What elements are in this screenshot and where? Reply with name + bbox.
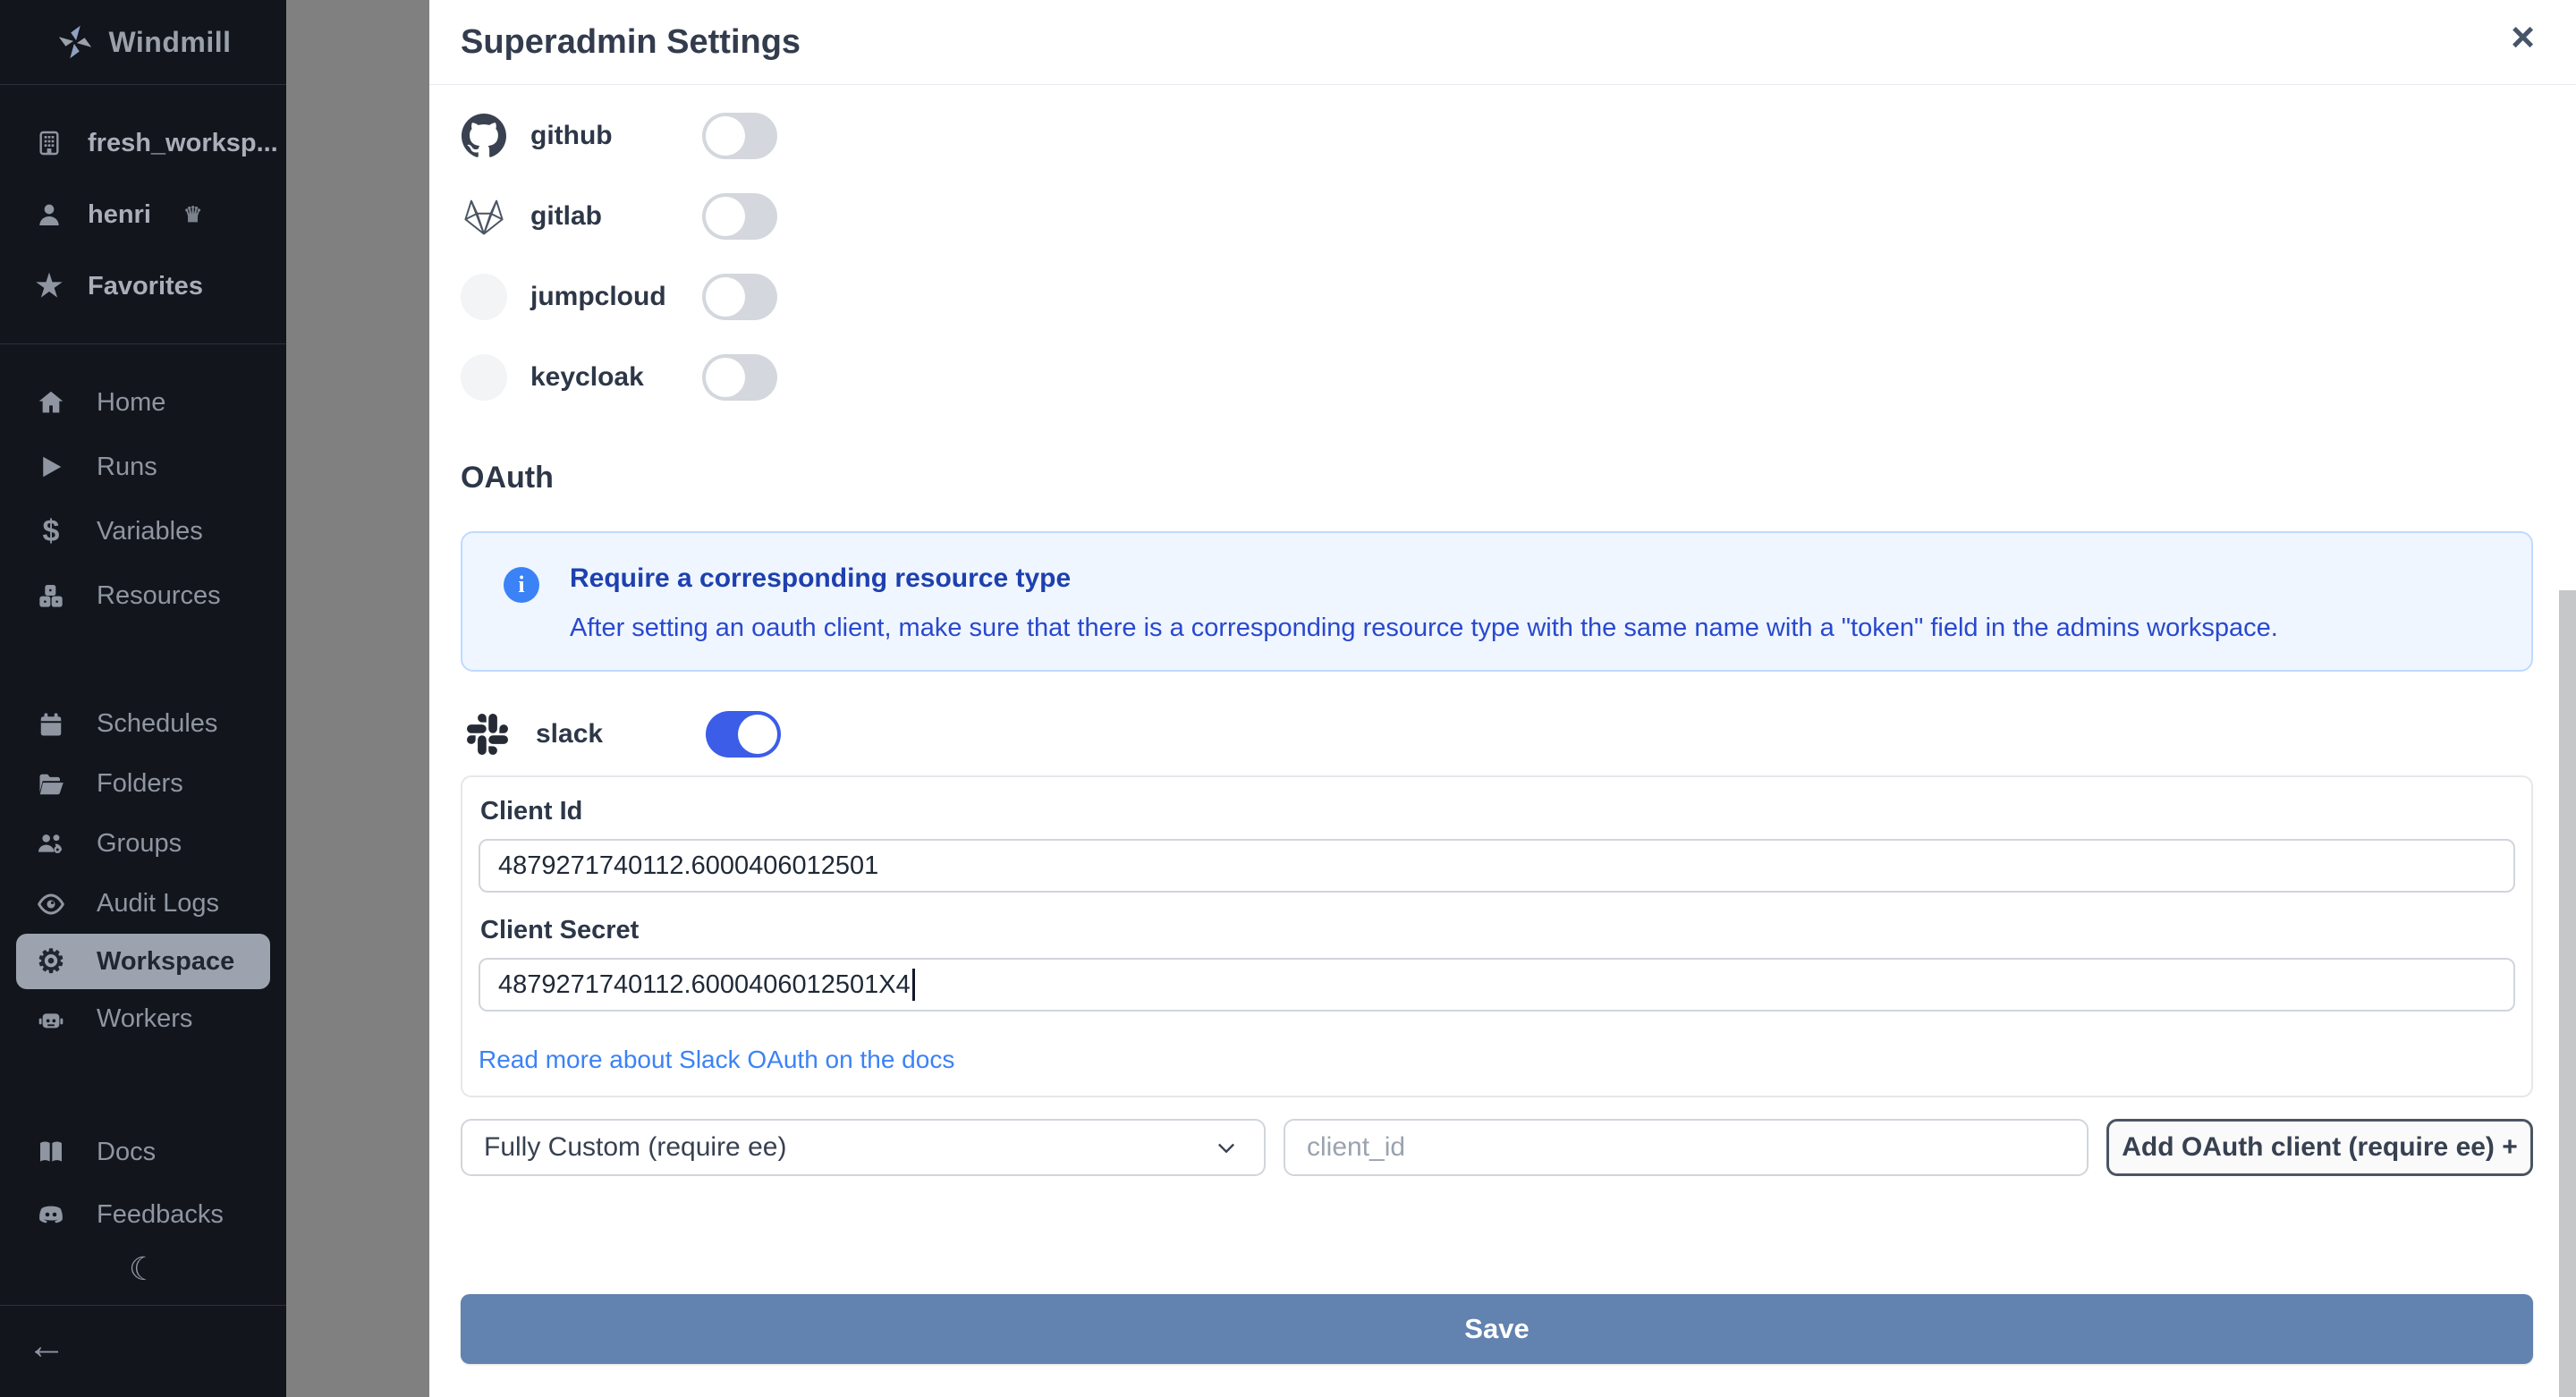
users-icon: [36, 829, 66, 859]
book-icon: [36, 1137, 66, 1167]
discord-icon: [36, 1199, 66, 1230]
provider-label: slack: [536, 719, 604, 749]
sidebar-item-workers[interactable]: Workers: [0, 989, 286, 1049]
provider-row-jumpcloud: jumpcloud: [461, 257, 2533, 337]
sidebar-item-home[interactable]: Home: [0, 370, 286, 435]
provider-label: keycloak: [530, 362, 644, 392]
nav-label: Schedules: [97, 709, 218, 738]
sidebar-item-docs[interactable]: Docs: [0, 1121, 286, 1183]
workspace-name: fresh_worksp...: [88, 128, 278, 157]
calendar-icon: [36, 709, 66, 740]
vertical-scrollbar-thumb[interactable]: [2559, 590, 2576, 1397]
superadmin-crown-icon: ♛: [182, 202, 203, 227]
sidebar-item-groups[interactable]: Groups: [0, 814, 286, 874]
nav-label: Groups: [97, 829, 182, 858]
oauth-section-heading: OAuth: [461, 461, 554, 495]
workspace-selector[interactable]: fresh_worksp...: [0, 107, 286, 179]
sidebar-item-folders[interactable]: Folders: [0, 754, 286, 814]
selected-option: Fully Custom (require ee): [484, 1132, 787, 1162]
jumpcloud-toggle[interactable]: [702, 274, 777, 320]
modal-backdrop[interactable]: [286, 0, 429, 1397]
slack-icon: [466, 713, 509, 756]
superadmin-settings-modal: Superadmin Settings × github gitlab jump…: [429, 0, 2576, 1397]
windmill-logo-icon: [55, 21, 96, 63]
info-title: Require a corresponding resource type: [570, 563, 1072, 593]
gitlab-icon: [461, 193, 507, 240]
nav-label: Variables: [97, 516, 203, 546]
sidebar-item-audit-logs[interactable]: Audit Logs: [0, 874, 286, 934]
favorites-label: Favorites: [88, 271, 203, 301]
sidebar: Windmill fresh_worksp... henri ♛ ★ Favor…: [0, 0, 286, 1397]
nav-label: Workers: [97, 1004, 193, 1033]
slack-client-card: Client Id Client Secret 4879271740112.60…: [461, 775, 2533, 1097]
dark-mode-toggle[interactable]: ☾: [129, 1253, 157, 1285]
custom-client-id-input[interactable]: [1284, 1119, 2089, 1176]
jumpcloud-icon: [461, 274, 507, 320]
github-toggle[interactable]: [702, 113, 777, 159]
slack-oauth-docs-link[interactable]: Read more about Slack OAuth on the docs: [479, 1046, 954, 1074]
star-icon: ★: [35, 269, 64, 303]
sidebar-item-runs[interactable]: Runs: [0, 435, 286, 499]
sidebar-item-favorites[interactable]: ★ Favorites: [0, 250, 286, 322]
sidebar-divider: [0, 343, 286, 344]
dollar-icon: $: [42, 513, 60, 548]
save-button[interactable]: Save: [461, 1294, 2533, 1364]
folder-icon: [36, 769, 66, 800]
provider-row-keycloak: keycloak: [461, 337, 2533, 418]
cubes-icon: [36, 580, 66, 611]
nav-label: Home: [97, 387, 166, 417]
client-id-input[interactable]: [479, 839, 2515, 893]
client-secret-label: Client Secret: [480, 916, 640, 944]
nav-label: Resources: [97, 580, 221, 610]
play-icon: [36, 452, 66, 482]
github-icon: [461, 113, 507, 159]
provider-label: github: [530, 121, 613, 150]
home-icon: [36, 387, 66, 418]
chevron-down-icon: [1214, 1135, 1239, 1160]
provider-row-gitlab: gitlab: [461, 176, 2533, 257]
provider-row-slack: slack: [461, 707, 2533, 761]
info-icon: i: [504, 567, 539, 603]
keycloak-icon: [461, 354, 507, 401]
sidebar-item-variables[interactable]: $ Variables: [0, 499, 286, 563]
close-icon[interactable]: ×: [2511, 16, 2535, 57]
oauth-client-type-select[interactable]: Fully Custom (require ee): [461, 1119, 1266, 1176]
client-secret-input[interactable]: 4879271740112.6000406012501X4: [479, 958, 2515, 1012]
nav-label: Docs: [97, 1137, 157, 1166]
robot-icon: [36, 1004, 66, 1035]
user-menu[interactable]: henri ♛: [0, 179, 286, 250]
provider-row-github: github: [461, 96, 2533, 176]
building-icon: [34, 128, 64, 158]
nav-label: Folders: [97, 769, 183, 798]
info-banner: i Require a corresponding resource type …: [461, 531, 2533, 672]
provider-label: gitlab: [530, 201, 602, 231]
info-body: After setting an oauth client, make sure…: [570, 614, 2278, 642]
sidebar-item-schedules[interactable]: Schedules: [0, 694, 286, 754]
text-cursor: [911, 969, 915, 1001]
gitlab-toggle[interactable]: [702, 193, 777, 240]
app-title: Windmill: [108, 25, 232, 58]
slack-toggle[interactable]: [706, 711, 781, 758]
user-name: henri: [88, 199, 151, 229]
add-oauth-client-button[interactable]: Add OAuth client (require ee) +: [2106, 1119, 2533, 1176]
sidebar-item-feedbacks[interactable]: Feedbacks: [0, 1183, 286, 1246]
user-icon: [34, 199, 64, 230]
keycloak-toggle[interactable]: [702, 354, 777, 401]
nav-label: Audit Logs: [97, 889, 220, 918]
client-id-label: Client Id: [480, 797, 583, 826]
sidebar-item-resources[interactable]: Resources: [0, 563, 286, 628]
eye-icon: [36, 889, 66, 919]
nav-label: Feedbacks: [97, 1199, 224, 1229]
app-logo[interactable]: Windmill: [0, 0, 286, 85]
page-title: Superadmin Settings: [461, 22, 801, 61]
nav-label: Runs: [97, 452, 157, 481]
collapse-sidebar-button[interactable]: ←: [27, 1326, 66, 1366]
sidebar-item-workspace[interactable]: ⚙ Workspace: [16, 934, 270, 989]
nav-label: Workspace: [97, 946, 235, 976]
gear-icon: ⚙: [36, 943, 66, 979]
provider-label: jumpcloud: [530, 282, 666, 311]
